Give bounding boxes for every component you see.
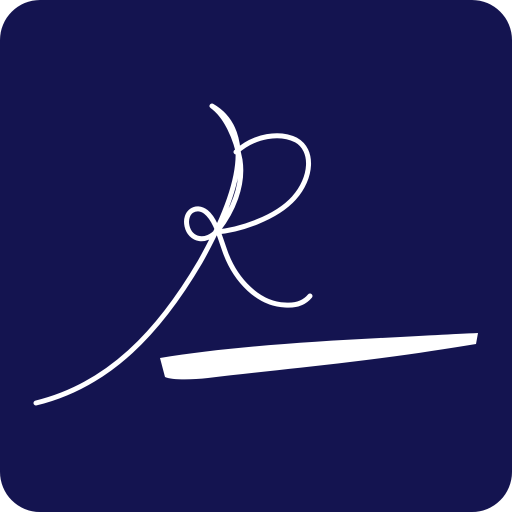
signature-r-bowl	[213, 133, 311, 235]
signature-r-icon	[33, 103, 478, 406]
brush-underline	[160, 333, 478, 380]
app-icon[interactable]	[0, 0, 512, 512]
